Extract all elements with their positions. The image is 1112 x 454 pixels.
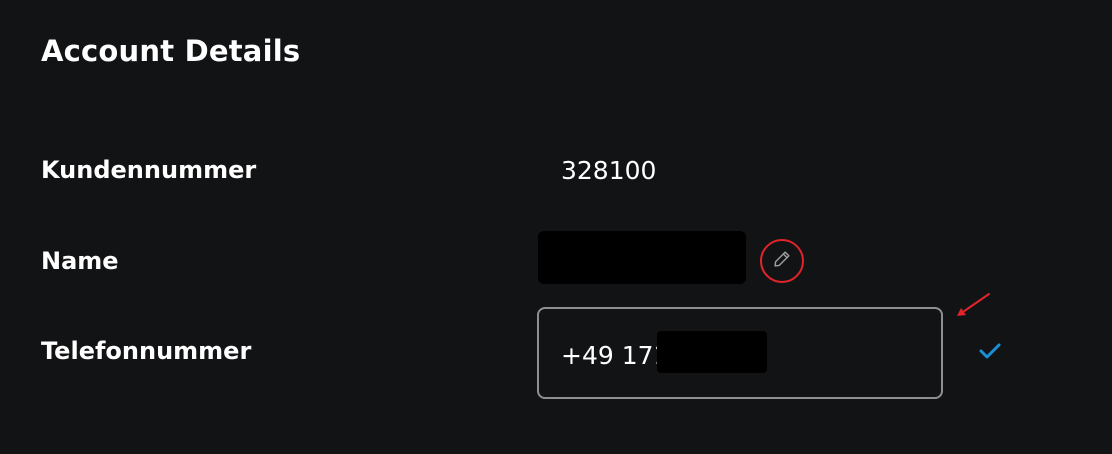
checkmark-icon [978,342,1002,364]
confirm-phone-button[interactable] [975,340,1005,366]
customer-number-label: Kundennummer [41,156,257,184]
phone-input-value: +49 171 [561,341,670,370]
name-label: Name [41,247,119,275]
name-value-redacted [538,231,746,284]
phone-label: Telefonnummer [41,337,252,365]
page-title: Account Details [41,34,301,68]
phone-value-redacted [657,331,767,373]
pencil-icon [771,248,793,274]
customer-number-value: 328100 [561,156,657,185]
account-details-page: Account Details Kundennummer 328100 Name… [0,0,1112,454]
phone-input[interactable]: +49 171 [537,307,943,399]
edit-name-button[interactable] [760,239,804,283]
annotation-arrow-icon [954,292,992,318]
